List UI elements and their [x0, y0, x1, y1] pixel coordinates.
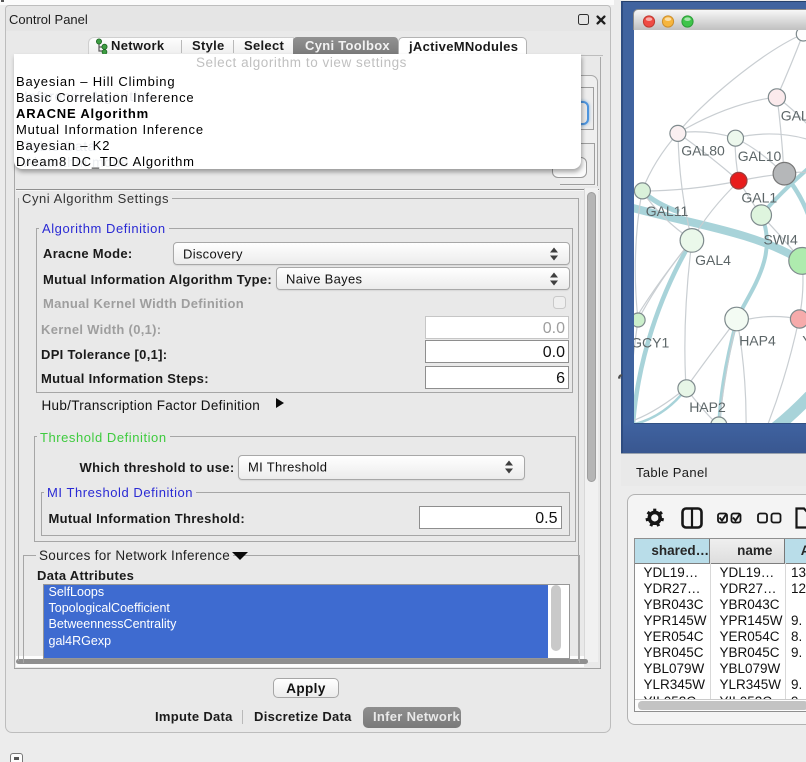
- svg-text:GAL4: GAL4: [695, 252, 731, 268]
- svg-text:HAP2: HAP2: [689, 399, 726, 415]
- svg-text:GAL11: GAL11: [646, 203, 689, 219]
- svg-text:GCY1: GCY1: [634, 335, 669, 351]
- svg-text:GAL80: GAL80: [681, 143, 725, 159]
- svg-text:GAL1: GAL1: [741, 189, 777, 205]
- svg-text:YM: YM: [802, 333, 806, 349]
- svg-text:HAP4: HAP4: [739, 333, 776, 349]
- svg-text:SWI4: SWI4: [764, 231, 798, 247]
- svg-text:GAL7: GAL7: [781, 108, 806, 124]
- svg-text:GAL10: GAL10: [738, 148, 782, 164]
